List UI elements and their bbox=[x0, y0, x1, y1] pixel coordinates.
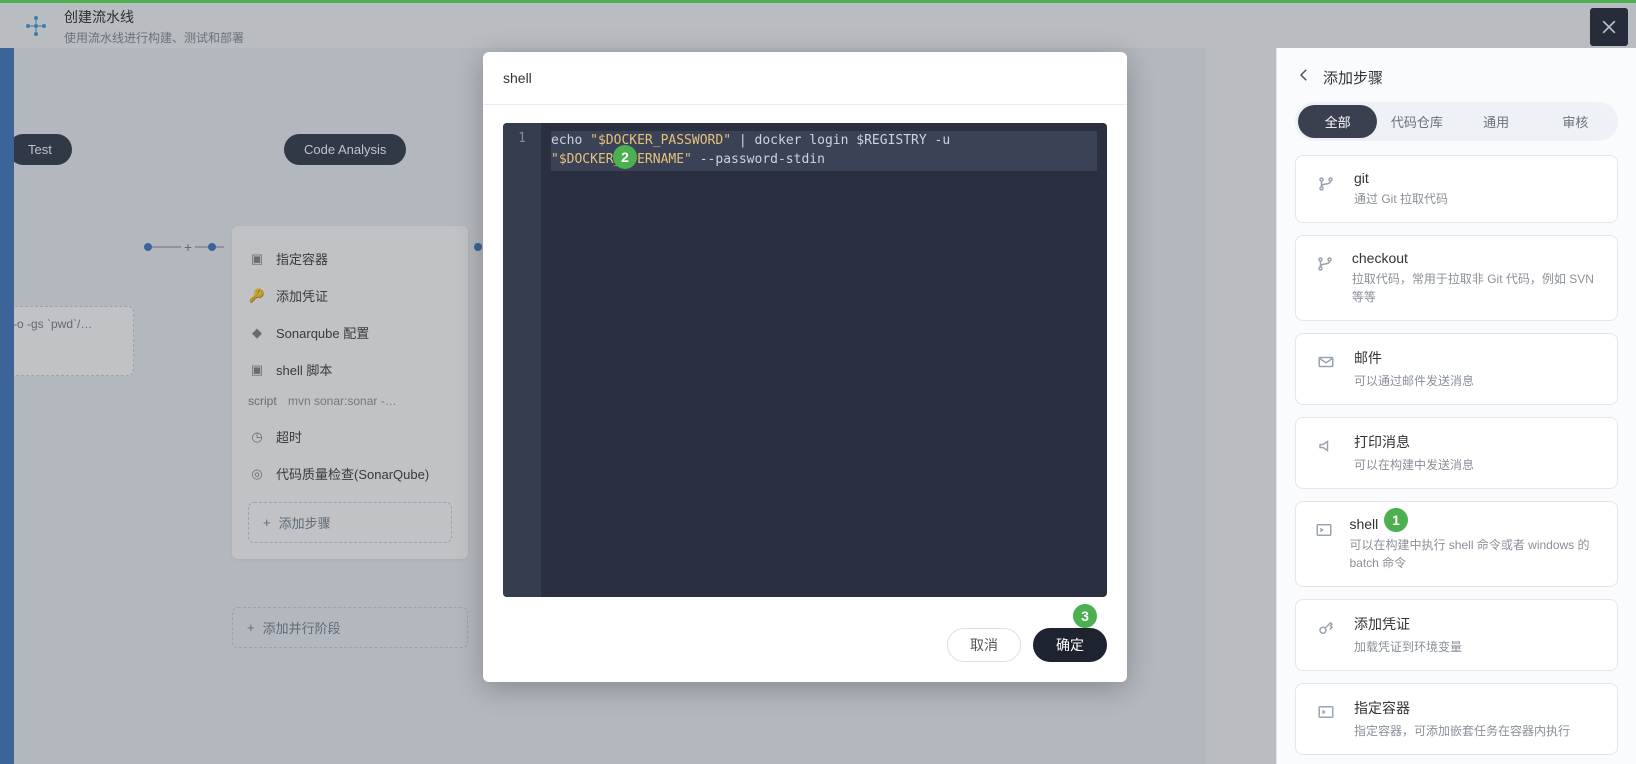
terminal-icon bbox=[1312, 516, 1335, 544]
modal-body: 1 echo "$DOCKER_PASSWORD" | docker login… bbox=[483, 105, 1127, 614]
step-item-container[interactable]: 指定容器 指定容器，可添加嵌套任务在容器内执行 bbox=[1295, 683, 1618, 755]
cancel-button[interactable]: 取消 bbox=[947, 628, 1021, 662]
back-button[interactable] bbox=[1295, 66, 1313, 88]
chevron-left-icon bbox=[1295, 66, 1313, 84]
step-item-echo[interactable]: 打印消息 可以在构建中发送消息 bbox=[1295, 417, 1618, 489]
step-desc: 可以在构建中执行 shell 命令或者 windows 的 batch 命令 bbox=[1349, 536, 1601, 572]
modal-footer: 3 取消 确定 bbox=[483, 614, 1127, 682]
branch-icon bbox=[1312, 250, 1338, 278]
callout-badge-3: 3 bbox=[1073, 604, 1097, 628]
tab-common[interactable]: 通用 bbox=[1457, 105, 1536, 138]
panel-title: 添加步骤 bbox=[1323, 67, 1383, 88]
step-category-tabs: 全部 代码仓库 通用 审核 bbox=[1295, 102, 1618, 141]
step-title: 打印消息 bbox=[1354, 432, 1474, 452]
confirm-button[interactable]: 确定 bbox=[1033, 628, 1107, 662]
step-item-credential[interactable]: 添加凭证 加载凭证到环境变量 bbox=[1295, 599, 1618, 671]
callout-badge-2: 2 bbox=[613, 145, 637, 169]
step-desc: 指定容器，可添加嵌套任务在容器内执行 bbox=[1354, 722, 1570, 740]
modal-title: shell bbox=[483, 52, 1127, 105]
terminal-icon bbox=[1312, 698, 1340, 726]
branch-icon bbox=[1312, 170, 1340, 198]
step-item-shell[interactable]: shell 可以在构建中执行 shell 命令或者 windows 的 batc… bbox=[1295, 501, 1618, 587]
step-item-git[interactable]: git 通过 Git 拉取代码 bbox=[1295, 155, 1618, 223]
step-title: git bbox=[1354, 170, 1448, 186]
key-icon bbox=[1312, 614, 1340, 642]
tab-review[interactable]: 审核 bbox=[1536, 105, 1615, 138]
step-title: 添加凭证 bbox=[1354, 614, 1462, 634]
callout-badge-1: 1 bbox=[1384, 508, 1408, 532]
step-desc: 可以在构建中发送消息 bbox=[1354, 456, 1474, 474]
step-desc: 可以通过邮件发送消息 bbox=[1354, 372, 1474, 390]
step-list: git 通过 Git 拉取代码 checkout 拉取代码，常用于拉取非 Git… bbox=[1295, 155, 1618, 764]
editor-gutter: 1 bbox=[503, 123, 541, 597]
editor-textarea[interactable]: echo "$DOCKER_PASSWORD" | docker login $… bbox=[541, 123, 1107, 597]
tab-repo[interactable]: 代码仓库 bbox=[1377, 105, 1456, 138]
step-desc: 加载凭证到环境变量 bbox=[1354, 638, 1462, 656]
mail-icon bbox=[1312, 348, 1340, 376]
shell-editor-modal: shell 1 echo "$DOCKER_PASSWORD" | docker… bbox=[483, 52, 1127, 682]
step-title: 邮件 bbox=[1354, 348, 1474, 368]
step-title: checkout bbox=[1352, 250, 1601, 266]
step-item-mail[interactable]: 邮件 可以通过邮件发送消息 bbox=[1295, 333, 1618, 405]
tab-all[interactable]: 全部 bbox=[1298, 105, 1377, 138]
megaphone-icon bbox=[1312, 432, 1340, 460]
step-desc: 通过 Git 拉取代码 bbox=[1354, 190, 1448, 208]
step-picker-panel: 添加步骤 全部 代码仓库 通用 审核 git 通过 Git 拉取代码 check… bbox=[1276, 48, 1636, 764]
step-item-checkout[interactable]: checkout 拉取代码，常用于拉取非 Git 代码，例如 SVN 等等 bbox=[1295, 235, 1618, 321]
code-editor[interactable]: 1 echo "$DOCKER_PASSWORD" | docker login… bbox=[503, 123, 1107, 597]
step-title: 指定容器 bbox=[1354, 698, 1570, 718]
step-desc: 拉取代码，常用于拉取非 Git 代码，例如 SVN 等等 bbox=[1352, 270, 1601, 306]
